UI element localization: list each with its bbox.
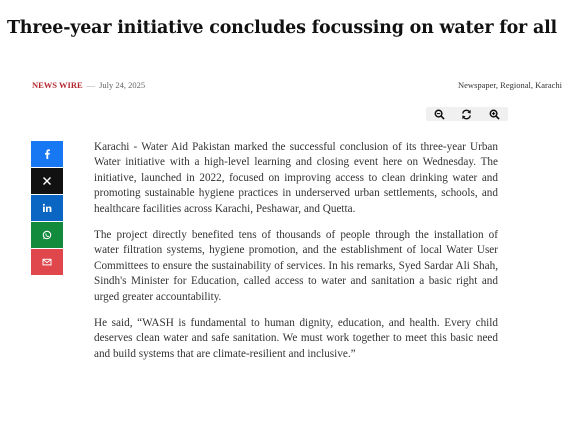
reset-size-button[interactable] — [457, 107, 477, 121]
article-meta: NEWS WIRE — July 24, 2025 Newspaper, Regio… — [32, 80, 564, 92]
zoom-out-button[interactable] — [430, 107, 450, 121]
linkedin-icon — [42, 203, 52, 212]
share-bar — [31, 141, 63, 276]
share-email-button[interactable] — [31, 249, 63, 275]
zoom-out-icon — [434, 109, 445, 120]
share-facebook-button[interactable] — [31, 141, 63, 167]
article-date: July 24, 2025 — [99, 80, 146, 90]
email-icon — [42, 258, 52, 266]
whatsapp-icon — [42, 230, 52, 240]
facebook-icon — [45, 149, 50, 159]
reset-icon — [462, 109, 472, 119]
x-icon — [43, 177, 51, 185]
share-whatsapp-button[interactable] — [31, 222, 63, 248]
article-body: Karachi - Water Aid Pakistan marked the … — [94, 140, 498, 373]
article-tags[interactable]: Newspaper, Regional, Karachi — [458, 80, 562, 90]
article-source[interactable]: NEWS WIRE — [32, 80, 83, 90]
font-size-toolbar — [426, 107, 508, 121]
zoom-in-button[interactable] — [484, 107, 504, 121]
meta-separator: — — [86, 80, 96, 90]
zoom-in-icon — [489, 109, 500, 120]
article-paragraph: The project directly benefited tens of t… — [94, 229, 498, 303]
share-x-button[interactable] — [31, 168, 63, 194]
article-paragraph: Karachi - Water Aid Pakistan marked the … — [94, 141, 498, 215]
share-linkedin-button[interactable] — [31, 195, 63, 221]
article-title: Three-year initiative concludes focussin… — [6, 18, 557, 38]
article-paragraph: He said, “WASH is fundamental to human d… — [94, 317, 498, 360]
